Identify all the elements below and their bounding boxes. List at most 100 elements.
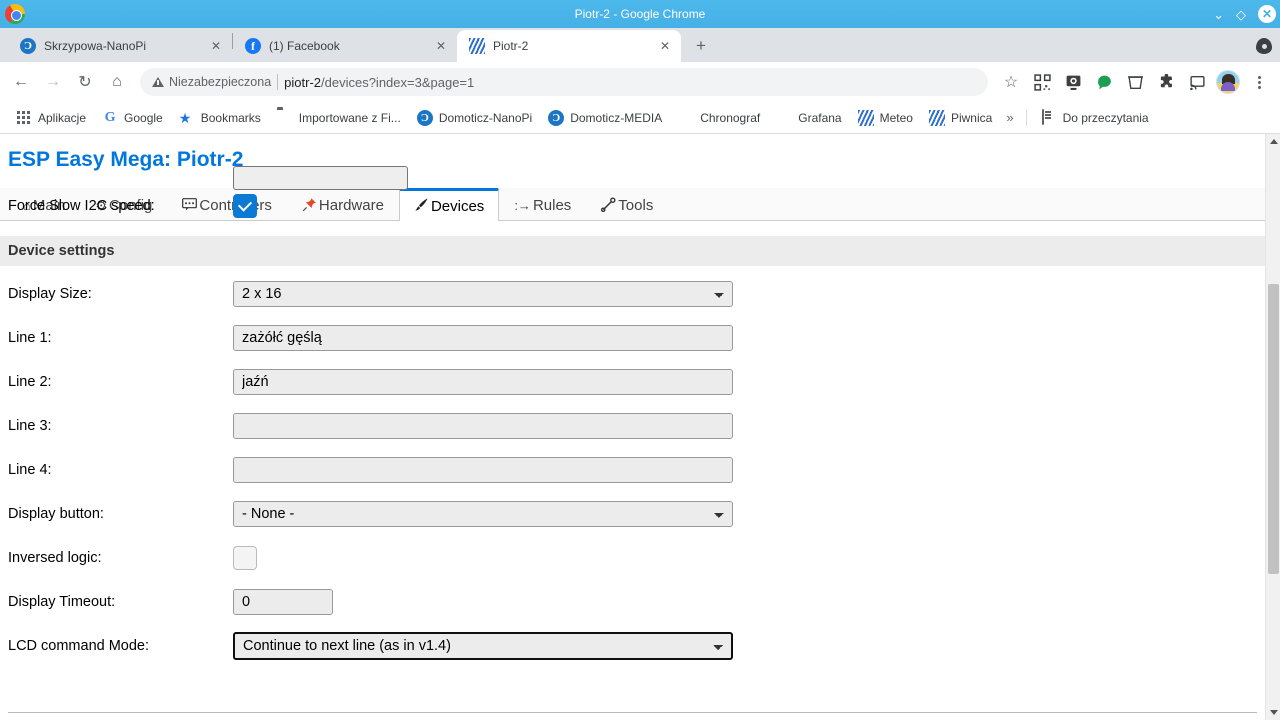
bookmarks-bar: Aplikacje G Google ★ Bookmarks Importowa… [0, 102, 1280, 134]
qr-code-icon[interactable] [1027, 67, 1057, 97]
folder-icon [277, 110, 293, 126]
bookmark-star-icon[interactable]: ☆ [996, 67, 1026, 97]
apps-grid-icon [16, 110, 32, 126]
inversed-logic-label: Inversed logic: [8, 550, 102, 566]
inversed-logic-checkbox[interactable] [233, 546, 257, 570]
bookmark-grafana[interactable]: Grafana [768, 106, 849, 130]
form-divider [8, 712, 1257, 713]
display-timeout-input[interactable] [233, 589, 333, 615]
green-dot-icon[interactable] [1089, 67, 1119, 97]
minimize-icon[interactable]: ⌄ [1213, 8, 1224, 21]
display-timeout-label: Display Timeout: [8, 594, 116, 610]
browser-tab-piotr-2[interactable]: Piotr-2 ✕ [457, 30, 681, 62]
chrome-logo-icon [5, 4, 25, 24]
line-3-label: Line 3: [8, 418, 52, 434]
line-2-input[interactable] [233, 369, 733, 395]
bookmark-meteo[interactable]: Meteo [850, 106, 921, 130]
reading-list-icon [1041, 108, 1057, 126]
profile-avatar[interactable] [1213, 67, 1243, 97]
page-title: ESP Easy Mega: Piotr-2 [8, 148, 244, 171]
bookmark-domoticz-nanopi[interactable]: Ɔ Domoticz-NanoPi [409, 106, 540, 130]
row-inversed-logic: Inversed logic: [0, 536, 1265, 580]
scrolled-off-field[interactable] [233, 166, 408, 190]
avatar [1216, 70, 1240, 94]
star-icon: ★ [178, 109, 192, 126]
bookmark-bookmarks[interactable]: ★ Bookmarks [171, 106, 269, 130]
reading-list-button[interactable]: Do przeczytania [1033, 106, 1157, 130]
row-line-2: Line 2: [0, 360, 1265, 404]
browser-tab-facebook[interactable]: f (1) Facebook ✕ [233, 30, 457, 62]
bookmark-label: Piwnica [950, 110, 993, 125]
back-icon[interactable]: ← [6, 67, 36, 97]
bookmark-domoticz-media[interactable]: Ɔ Domoticz-MEDIA [540, 106, 670, 130]
line-1-input[interactable] [233, 325, 733, 351]
tab-title: Skrzypowa-NanoPi [44, 39, 147, 53]
bookmarks-overflow-icon[interactable]: » [1000, 106, 1019, 129]
line-2-label: Line 2: [8, 374, 52, 390]
lcd-command-mode-select[interactable]: Continue to next line (as in v1.4) [233, 632, 733, 660]
security-warning[interactable]: Niezabezpieczona [152, 75, 271, 89]
browser-tab-skrzypowa-nanopi[interactable]: Ɔ Skrzypowa-NanoPi ✕ [8, 30, 232, 62]
bookmark-importowane[interactable]: Importowane z Fi... [269, 106, 409, 130]
tab-close-icon[interactable]: ✕ [208, 38, 224, 54]
new-tab-button[interactable]: + [687, 32, 715, 60]
chrome-menu-icon[interactable] [1244, 67, 1274, 97]
row-force-slow-i2c: Force Slow I2C speed: [0, 184, 1265, 228]
bookmark-label: Importowane z Fi... [298, 110, 401, 125]
force-slow-i2c-label: Force Slow I2C speed: [8, 198, 155, 214]
forward-icon[interactable]: → [38, 67, 68, 97]
extensions-puzzle-icon[interactable] [1151, 67, 1181, 97]
bookmark-label: Domoticz-MEDIA [570, 110, 663, 125]
url-host: piotr-2 [284, 74, 322, 90]
webcam-icon[interactable] [1058, 67, 1088, 97]
page-scrollbar[interactable] [1265, 134, 1280, 720]
tab-close-icon[interactable]: ✕ [657, 38, 673, 54]
trash-icon[interactable] [1120, 67, 1150, 97]
reading-list-label: Do przeczytania [1062, 110, 1149, 125]
esp-easy-icon [469, 38, 485, 54]
home-icon[interactable]: ⌂ [102, 67, 132, 97]
toolbar-actions: ☆ [996, 67, 1274, 97]
esp-easy-icon [928, 109, 945, 126]
domoticz-icon: Ɔ [20, 38, 36, 54]
line-3-input[interactable] [233, 413, 733, 439]
bookmark-label: Domoticz-NanoPi [438, 110, 533, 125]
omnibox-divider [277, 74, 279, 90]
row-line-3: Line 3: [0, 404, 1265, 448]
bookmark-label: Meteo [879, 110, 913, 125]
scroll-down-icon[interactable] [1266, 705, 1280, 720]
line-4-input[interactable] [233, 457, 733, 483]
lcd-command-mode-label: LCD command Mode: [8, 638, 150, 654]
line-1-label: Line 1: [8, 330, 52, 346]
url-path: /devices?index=3&page=1 [321, 74, 475, 90]
reload-icon[interactable]: ↻ [70, 67, 100, 97]
force-slow-i2c-checkbox[interactable] [233, 194, 257, 218]
bookmark-aplikacje[interactable]: Aplikacje [8, 106, 94, 130]
device-settings-form: Force Slow I2C speed: Device settings Di… [0, 166, 1265, 720]
row-lcd-command-mode: LCD command Mode: Continue to next line … [0, 624, 1265, 668]
esp-easy-page: ESP Easy Mega: Piotr-2 ⌂ Main ⚙ Config C [0, 134, 1265, 720]
window-title: Piotr-2 - Google Chrome [574, 7, 706, 21]
display-size-label: Display Size: [8, 286, 92, 302]
window-titlebar: Piotr-2 - Google Chrome ⌄ ◇ ✕ [0, 0, 1280, 28]
grafana-icon [776, 110, 792, 126]
bookmark-piwnica[interactable]: Piwnica [921, 106, 1000, 130]
close-icon[interactable]: ✕ [1258, 5, 1276, 23]
bookmark-google[interactable]: G Google [94, 106, 171, 130]
address-bar[interactable]: Niezabezpieczona piotr-2/devices?index=3… [140, 68, 988, 96]
display-size-select[interactable]: 2 x 16 [233, 281, 733, 307]
bookmark-chronograf[interactable]: Chronograf [670, 106, 768, 130]
tab-close-icon[interactable]: ✕ [433, 38, 449, 54]
scroll-up-icon[interactable] [1266, 134, 1280, 149]
scrollbar-thumb[interactable] [1268, 284, 1279, 574]
row-line-4: Line 4: [0, 448, 1265, 492]
maximize-icon[interactable]: ◇ [1236, 8, 1246, 21]
display-button-label: Display button: [8, 506, 104, 522]
page-viewport: ESP Easy Mega: Piotr-2 ⌂ Main ⚙ Config C [0, 134, 1280, 720]
cast-icon[interactable] [1182, 67, 1212, 97]
tab-search-icon[interactable] [1256, 38, 1272, 54]
display-button-select[interactable]: - None - [233, 501, 733, 527]
chronograf-icon [678, 110, 694, 126]
device-settings-header: Device settings [0, 236, 1265, 266]
bookmark-label: Bookmarks [200, 110, 261, 125]
